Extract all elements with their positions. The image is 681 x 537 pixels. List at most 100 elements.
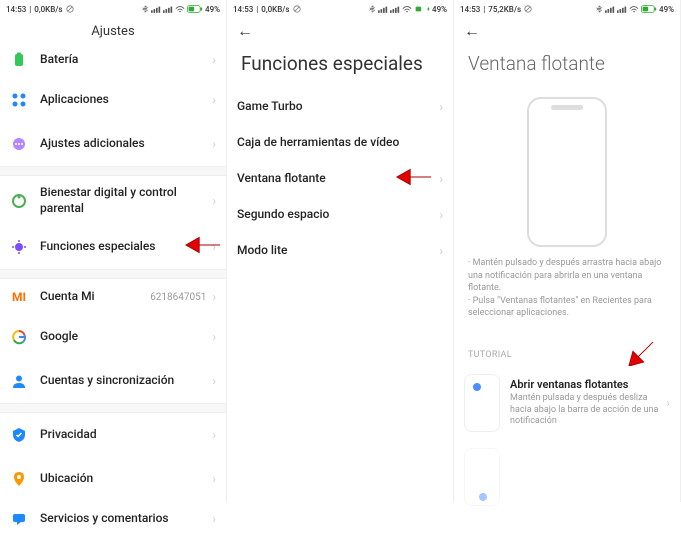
row-label: Caja de herramientas de vídeo [237, 135, 443, 151]
status-bar: 14:53 | 0,0KB/s 49% [227, 0, 453, 18]
header: ← [227, 18, 453, 42]
chevron-right-icon: › [666, 396, 670, 410]
status-battery: 49% [432, 5, 447, 14]
battery-icon [414, 5, 430, 13]
tutorial-sub: Mantén pulsada y después desliza hacia a… [510, 393, 666, 428]
back-button[interactable]: ← [237, 21, 253, 41]
page-title-small: Ajustes [10, 24, 216, 39]
row-label: Cuenta Mi [40, 289, 150, 305]
status-net: 75,2KB/s [488, 5, 521, 14]
location-icon [11, 471, 27, 487]
row-cuentas-sync[interactable]: Cuentas y sincronización › [0, 359, 226, 403]
signal-icon-2 [617, 6, 627, 13]
chevron-right-icon: › [212, 330, 216, 344]
tutorial-item-abrir[interactable]: Abrir ventanas flotantes Mantén pulsada … [454, 366, 680, 440]
tutorial-section-label: TUTORIAL [454, 330, 680, 366]
help-text: · Mantén pulsado y después arrastra haci… [454, 251, 680, 330]
signal-icon [605, 6, 615, 13]
section-divider [0, 269, 226, 279]
signal-icon [378, 6, 388, 13]
wellbeing-icon [11, 193, 27, 209]
row-label: Ventana flotante [237, 171, 439, 187]
wifi-icon [175, 6, 185, 13]
status-time: 14:53 [233, 5, 253, 14]
screen-ventana-flotante: 14:53 | 75,2KB/s 49% ← Ventana flotante … [454, 0, 681, 502]
row-google[interactable]: Google › [0, 315, 226, 359]
no-sim-icon [293, 5, 301, 13]
signal-icon [151, 6, 161, 13]
row-label: Batería [40, 52, 212, 68]
screen-funciones-especiales: 14:53 | 0,0KB/s 49% ← Funciones especial… [227, 0, 454, 502]
row-game-turbo[interactable]: Game Turbo › [227, 89, 453, 125]
row-ventana-flotante[interactable]: Ventana flotante › [227, 161, 453, 197]
status-net: 0,0KB/s [261, 5, 289, 14]
account-icon [11, 373, 27, 389]
tutorial-thumb [464, 374, 500, 432]
no-sim-icon [66, 5, 74, 13]
row-servicios[interactable]: Servicios y comentarios › [0, 501, 226, 537]
phone-illustration [454, 89, 680, 251]
chevron-right-icon: › [212, 512, 216, 526]
chevron-right-icon: › [439, 208, 443, 222]
row-label: Segundo espacio [237, 207, 439, 223]
signal-icon-2 [163, 6, 173, 13]
row-label: Privacidad [40, 427, 212, 443]
status-battery: 49% [205, 5, 220, 14]
bluetooth-icon [595, 5, 603, 13]
header: Ajustes [0, 18, 226, 42]
row-cuenta-mi[interactable]: MI Cuenta Mi 6218647051 › [0, 279, 226, 315]
status-time: 14:53 [460, 5, 480, 14]
row-bienestar[interactable]: Bienestar digital y control parental › [0, 176, 226, 225]
chevron-right-icon: › [212, 240, 216, 254]
status-bar: 14:53 | 75,2KB/s 49% [454, 0, 680, 18]
row-value: 6218647051 [150, 292, 206, 303]
chevron-right-icon: › [439, 244, 443, 258]
status-bar: 14:53 | 0,0KB/s 49% [0, 0, 226, 18]
tutorial-title: Abrir ventanas flotantes [510, 378, 666, 391]
privacy-icon [11, 427, 27, 443]
row-label: Google [40, 329, 212, 345]
row-bateria[interactable]: Batería › [0, 42, 226, 78]
section-divider [0, 166, 226, 176]
row-label: Modo lite [237, 243, 439, 259]
tutorial-item-next[interactable] [454, 440, 680, 514]
row-segundo-espacio[interactable]: Segundo espacio › [227, 197, 453, 233]
row-label: Game Turbo [237, 99, 439, 115]
screen-ajustes: 14:53 | 0,0KB/s 49% Ajustes Batería › Ap… [0, 0, 227, 502]
row-funciones-especiales[interactable]: Funciones especiales › [0, 225, 226, 269]
chevron-right-icon: › [212, 374, 216, 388]
section-divider [0, 403, 226, 413]
chevron-right-icon: › [212, 472, 216, 486]
special-icon [11, 239, 27, 255]
row-label: Ubicación [40, 471, 212, 487]
chevron-right-icon: › [439, 100, 443, 114]
page-title: Ventana flotante [454, 42, 680, 89]
row-label: Ajustes adicionales [40, 136, 212, 152]
row-aplicaciones[interactable]: Aplicaciones › [0, 78, 226, 122]
chevron-right-icon: › [212, 53, 216, 67]
back-button[interactable]: ← [464, 21, 480, 41]
row-privacidad[interactable]: Privacidad › [0, 413, 226, 457]
status-time: 14:53 [6, 5, 26, 14]
row-modo-lite[interactable]: Modo lite › [227, 233, 453, 269]
mi-icon: MI [12, 290, 26, 304]
chevron-right-icon: › [212, 93, 216, 107]
chevron-right-icon: › [212, 428, 216, 442]
signal-icon-2 [390, 6, 400, 13]
status-battery: 49% [659, 5, 674, 14]
status-net: 0,0KB/s [34, 5, 62, 14]
row-ubicacion[interactable]: Ubicación › [0, 457, 226, 501]
header: ← [454, 18, 680, 42]
wifi-icon [402, 6, 412, 13]
chevron-right-icon: › [212, 194, 216, 208]
row-caja-video[interactable]: Caja de herramientas de vídeo [227, 125, 453, 161]
row-ajustes-adicionales[interactable]: Ajustes adicionales › [0, 122, 226, 166]
row-label: Bienestar digital y control parental [40, 185, 212, 216]
row-label: Funciones especiales [40, 239, 212, 255]
battery-icon [641, 5, 657, 13]
wifi-icon [629, 6, 639, 13]
bluetooth-icon [141, 5, 149, 13]
chevron-right-icon: › [212, 137, 216, 151]
chevron-right-icon: › [439, 172, 443, 186]
settings-more-icon [11, 136, 27, 152]
